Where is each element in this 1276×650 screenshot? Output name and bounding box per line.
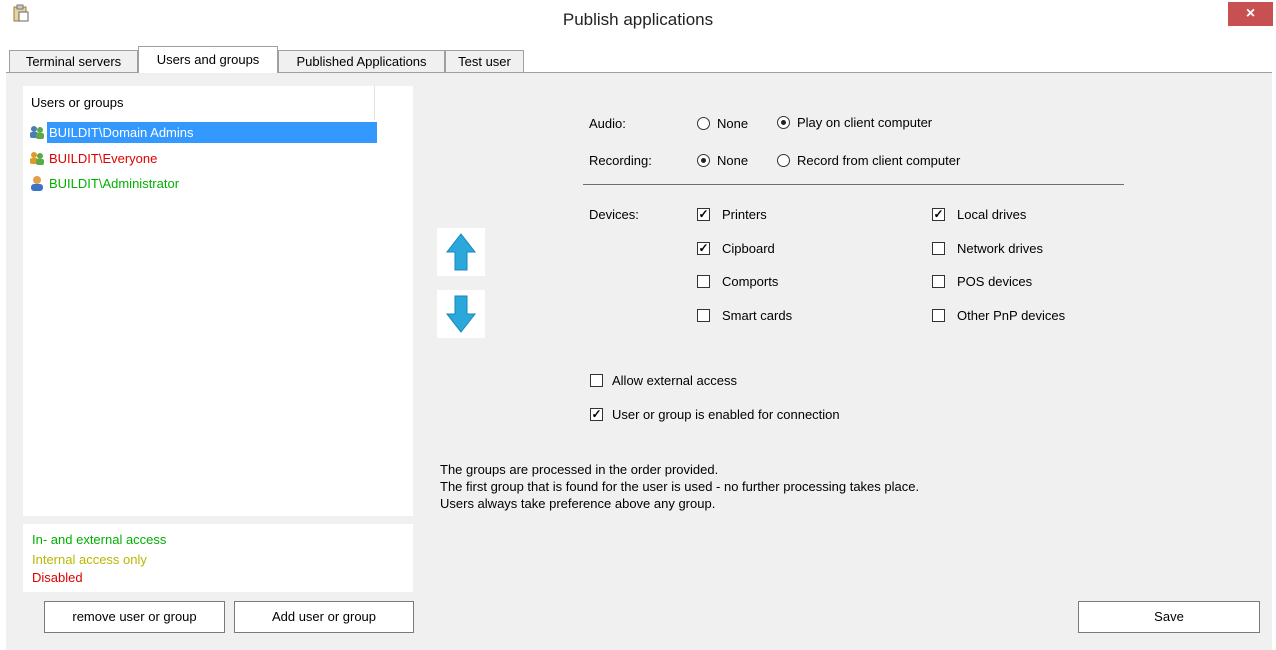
recording-client-label[interactable]: Record from client computer	[797, 152, 960, 170]
window-title: Publish applications	[562, 10, 714, 29]
other-pnp-checkbox[interactable]	[932, 309, 945, 322]
audio-label: Audio:	[589, 116, 626, 131]
network-drives-label[interactable]: Network drives	[957, 240, 1043, 258]
comports-checkbox[interactable]	[697, 275, 710, 288]
note-line: The groups are processed in the order pr…	[440, 462, 719, 477]
legend-disabled: Disabled	[32, 570, 83, 585]
arrow-down-icon	[437, 290, 485, 341]
other-pnp-label[interactable]: Other PnP devices	[957, 307, 1065, 325]
audio-play-client-label[interactable]: Play on client computer	[797, 114, 932, 132]
list-item[interactable]: BUILDIT\Everyone	[29, 148, 159, 169]
comports-label[interactable]: Comports	[722, 273, 778, 291]
audio-none-label[interactable]: None	[717, 115, 748, 133]
user-icon	[29, 175, 45, 191]
list-item[interactable]: BUILDIT\Domain Admins	[29, 122, 377, 143]
note-line: Users always take preference above any g…	[440, 496, 716, 511]
group-icon	[29, 150, 45, 166]
recording-none-label[interactable]: None	[717, 152, 748, 170]
list-item-label: BUILDIT\Everyone	[49, 151, 158, 166]
note-line: The first group that is found for the us…	[440, 479, 920, 494]
close-button[interactable]: ×	[1228, 2, 1273, 26]
local-drives-checkbox[interactable]: ✓	[932, 208, 945, 221]
group-icon	[29, 124, 45, 140]
legend-internal: Internal access only	[32, 552, 147, 567]
recording-label: Recording:	[589, 153, 652, 168]
list-item-label: BUILDIT\Domain Admins	[47, 122, 377, 143]
clipboard-checkbox[interactable]: ✓	[697, 242, 710, 255]
printers-label[interactable]: Printers	[722, 206, 767, 224]
add-user-or-group-button[interactable]: Add user or group	[234, 601, 414, 633]
enabled-for-connection-label[interactable]: User or group is enabled for connection	[612, 406, 840, 424]
save-button[interactable]: Save	[1078, 601, 1260, 633]
list-item[interactable]: BUILDIT\Administrator	[29, 173, 181, 194]
clipboard-label[interactable]: Cipboard	[722, 240, 775, 258]
list-column-header[interactable]: Users or groups	[23, 86, 375, 120]
tab-test-user[interactable]: Test user	[445, 50, 524, 72]
audio-none-radio[interactable]	[697, 117, 710, 130]
smart-cards-checkbox[interactable]	[697, 309, 710, 322]
devices-label: Devices:	[589, 207, 639, 222]
divider	[583, 184, 1124, 185]
arrow-up-icon	[437, 228, 485, 279]
recording-none-radio[interactable]	[697, 154, 710, 167]
tab-published-applications[interactable]: Published Applications	[278, 50, 445, 72]
local-drives-label[interactable]: Local drives	[957, 206, 1026, 224]
tab-users-and-groups[interactable]: Users and groups	[138, 46, 278, 73]
allow-external-access-label[interactable]: Allow external access	[612, 372, 737, 390]
pos-devices-label[interactable]: POS devices	[957, 273, 1032, 291]
pos-devices-checkbox[interactable]	[932, 275, 945, 288]
network-drives-checkbox[interactable]	[932, 242, 945, 255]
printers-checkbox[interactable]: ✓	[697, 208, 710, 221]
allow-external-access-checkbox[interactable]	[590, 374, 603, 387]
audio-play-client-radio[interactable]	[777, 116, 790, 129]
tab-terminal-servers[interactable]: Terminal servers	[9, 50, 138, 72]
list-item-label: BUILDIT\Administrator	[49, 176, 180, 191]
enabled-for-connection-checkbox[interactable]: ✓	[590, 408, 603, 421]
legend-external: In- and external access	[32, 532, 167, 547]
remove-user-or-group-button[interactable]: remove user or group	[44, 601, 225, 633]
smart-cards-label[interactable]: Smart cards	[722, 307, 792, 325]
recording-client-radio[interactable]	[777, 154, 790, 167]
move-down-button[interactable]	[437, 290, 485, 338]
move-up-button[interactable]	[437, 228, 485, 276]
